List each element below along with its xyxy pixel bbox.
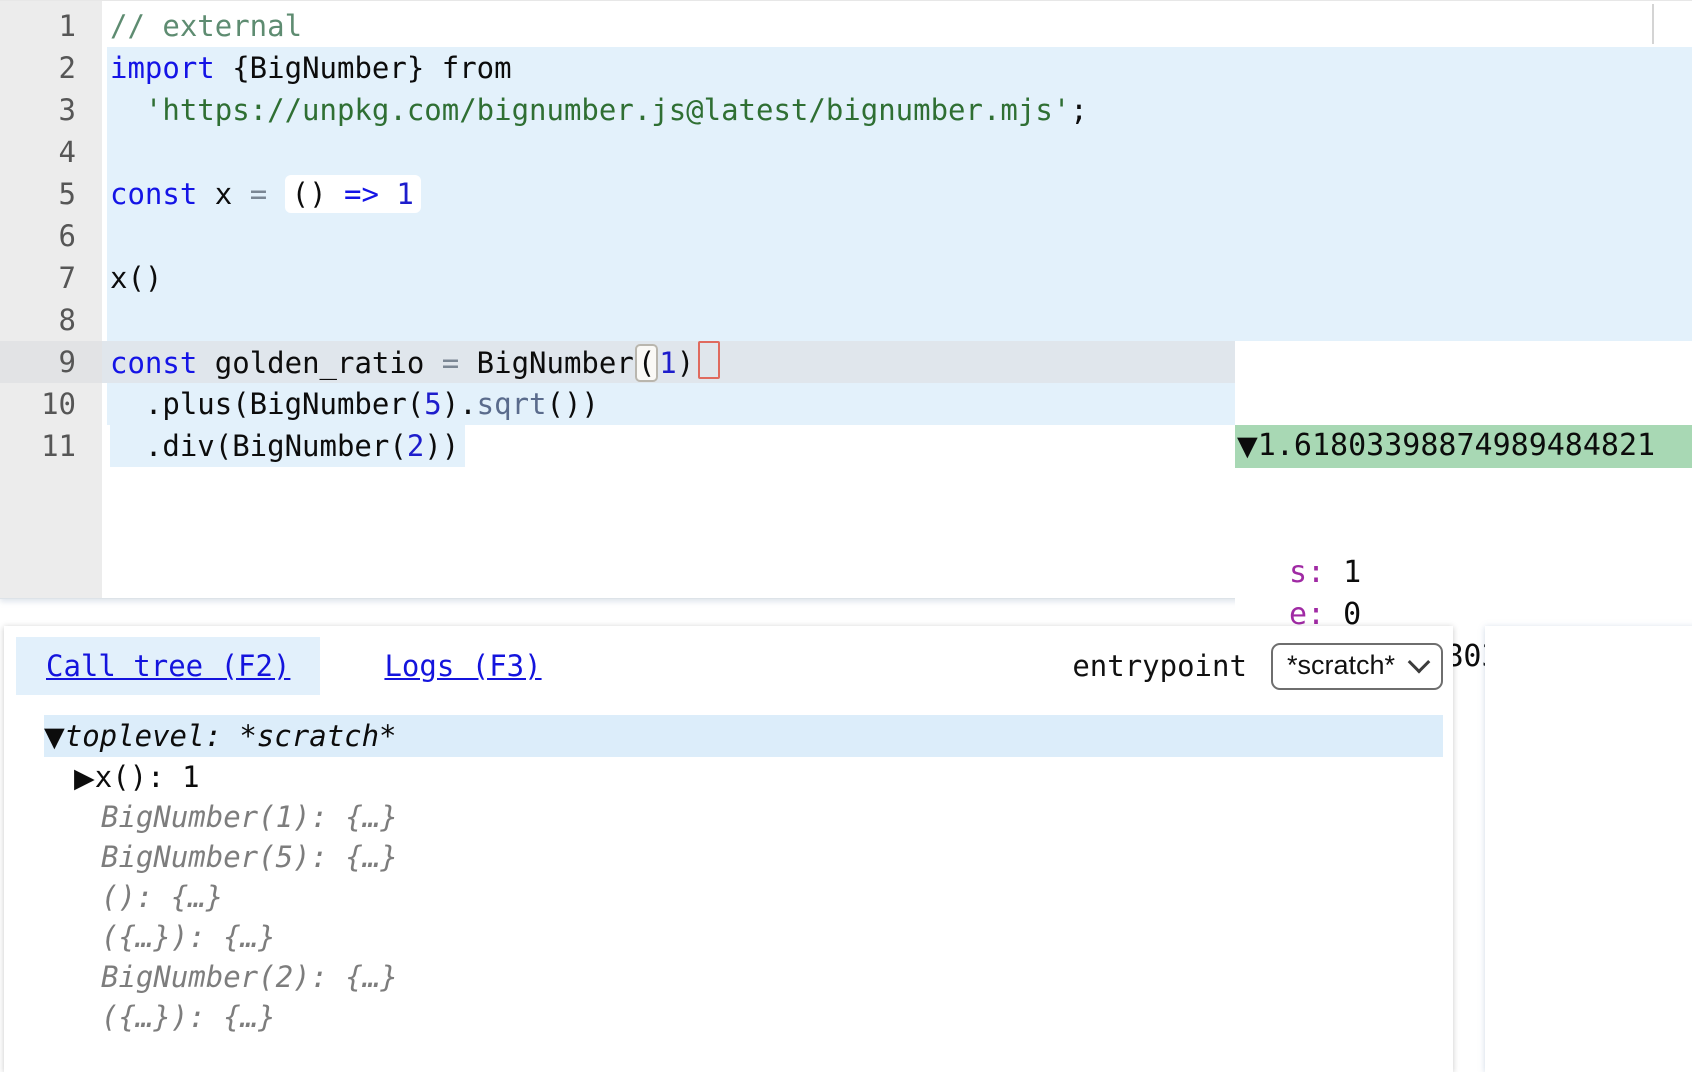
- call-tree-row-label: ({…}): {…}: [101, 920, 276, 954]
- line-number: 9: [0, 341, 102, 383]
- text-cursor: [698, 341, 720, 379]
- code-line[interactable]: 5const x = () => 1: [0, 173, 1692, 215]
- call-tree-row-label: (): {…}: [101, 880, 223, 914]
- line-number: 1: [0, 5, 102, 47]
- result-value: 1.61803398874989484821: [1258, 428, 1655, 463]
- line-number: 3: [0, 89, 102, 131]
- code-editor[interactable]: 1// external2import {BigNumber} from3 'h…: [0, 0, 1692, 599]
- collapse-triangle-icon[interactable]: ▼: [44, 722, 65, 753]
- line-number: 4: [0, 131, 102, 173]
- call-tree-row-label: BigNumber(2): {…}: [101, 960, 398, 994]
- call-tree-row-label: BigNumber(1): {…}: [101, 800, 398, 834]
- expand-triangle-icon[interactable]: ▶: [74, 763, 95, 794]
- code-line[interactable]: 1// external: [0, 5, 1692, 47]
- entrypoint-selected-value: *scratch*: [1287, 650, 1395, 681]
- bracket-match-box: (: [635, 344, 658, 382]
- details-panel: [1485, 626, 1692, 1072]
- line-number: 8: [0, 299, 102, 341]
- call-tree: ▼toplevel: *scratch*▶x(): 1BigNumber(1):…: [4, 715, 1453, 1037]
- code-line[interactable]: 6: [0, 215, 1692, 257]
- result-prop-row: s: 1: [1235, 552, 1692, 594]
- prop-value: 1: [1325, 555, 1361, 590]
- call-tree-row-label: toplevel: *scratch*: [65, 719, 397, 753]
- vertical-scrollbar-thumb[interactable]: [1652, 4, 1654, 44]
- entrypoint-select[interactable]: *scratch*: [1271, 643, 1443, 690]
- line-number: 6: [0, 215, 102, 257]
- code-line[interactable]: 8: [0, 299, 1692, 341]
- call-tree-row[interactable]: ▼toplevel: *scratch*: [44, 715, 1443, 757]
- entrypoint-control: entrypoint *scratch*: [1072, 643, 1443, 690]
- code-line[interactable]: 3 'https://unpkg.com/bignumber.js@latest…: [0, 89, 1692, 131]
- call-tree-row[interactable]: ▶x(): 1: [4, 757, 1453, 797]
- entrypoint-label: entrypoint: [1072, 649, 1247, 683]
- result-value-row[interactable]: ▼1.61803398874989484821: [1235, 425, 1692, 468]
- call-tree-panel: Call tree (F2) Logs (F3) entrypoint *scra…: [4, 626, 1453, 1072]
- tab-logs-f3[interactable]: Logs (F3): [354, 637, 571, 695]
- call-tree-row-label: x(): 1: [95, 760, 200, 794]
- call-tree-row[interactable]: ({…}): {…}: [4, 917, 1453, 957]
- code-line[interactable]: 2import {BigNumber} from: [0, 47, 1692, 89]
- prop-key: s:: [1289, 555, 1325, 590]
- call-tree-row-label: BigNumber(5): {…}: [101, 840, 398, 874]
- call-tree-row-label: ({…}): {…}: [101, 1000, 276, 1034]
- call-tree-row[interactable]: ({…}): {…}: [4, 997, 1453, 1037]
- call-tree-row[interactable]: (): {…}: [4, 877, 1453, 917]
- line-number: 2: [0, 47, 102, 89]
- call-tree-row[interactable]: BigNumber(5): {…}: [4, 837, 1453, 877]
- call-tree-row[interactable]: BigNumber(2): {…}: [4, 957, 1453, 997]
- line-number: 5: [0, 173, 102, 215]
- line-number: 7: [0, 257, 102, 299]
- code-line[interactable]: 7x(): [0, 257, 1692, 299]
- line-number: 10: [0, 383, 102, 425]
- tabs-row: Call tree (F2) Logs (F3) entrypoint *scra…: [4, 626, 1453, 695]
- tab-call-tree-f2[interactable]: Call tree (F2): [16, 637, 320, 695]
- inline-function-value-box: () => 1: [285, 175, 421, 213]
- line-number: 11: [0, 425, 102, 467]
- chevron-down-icon: [1408, 651, 1431, 674]
- collapse-triangle-icon[interactable]: ▼: [1237, 431, 1258, 462]
- call-tree-row[interactable]: BigNumber(1): {…}: [4, 797, 1453, 837]
- code-line[interactable]: 4: [0, 131, 1692, 173]
